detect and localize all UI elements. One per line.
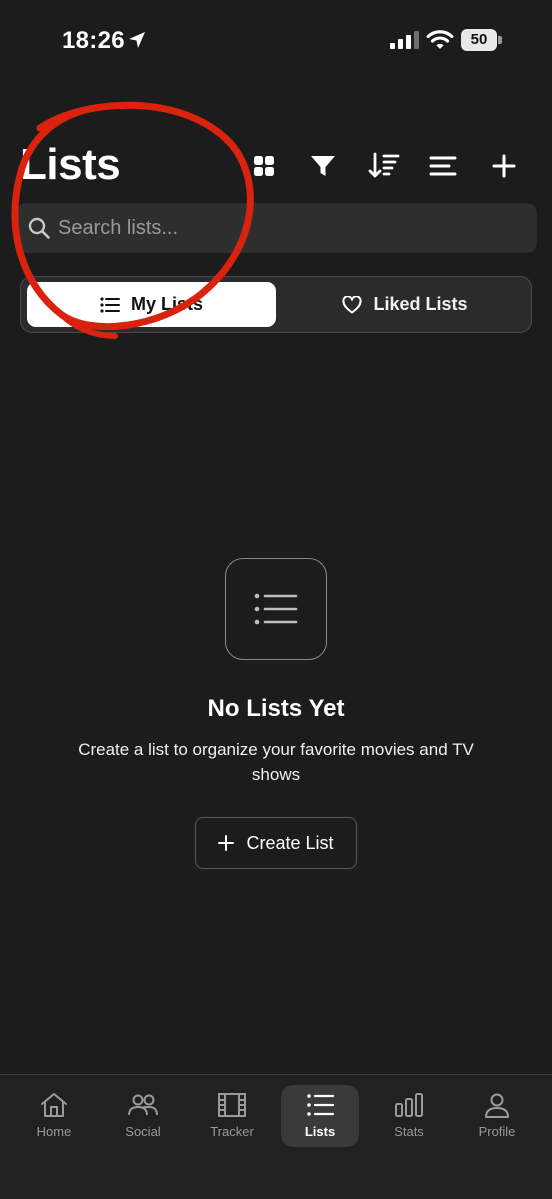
search-icon (28, 217, 50, 239)
battery-indicator: 50 (461, 29, 503, 51)
people-icon (128, 1094, 158, 1116)
tab-liked-lists-label: Liked Lists (373, 294, 468, 314)
list-icon (100, 296, 120, 313)
bar-chart-icon (395, 1093, 423, 1117)
list-view-icon (429, 156, 457, 176)
nav-home-label: Home (36, 1124, 72, 1139)
sort-button[interactable] (366, 148, 402, 184)
tab-my-lists[interactable]: My Lists (27, 282, 276, 327)
nav-profile[interactable]: Profile (458, 1085, 536, 1147)
lists-segmented-control: My Lists Liked Lists (20, 276, 532, 333)
toolbar (0, 148, 552, 184)
heart-icon (342, 295, 362, 313)
nav-profile-label: Profile (478, 1124, 516, 1139)
wifi-icon (426, 30, 454, 49)
home-icon (41, 1093, 67, 1117)
nav-tracker-label: Tracker (210, 1124, 254, 1139)
tab-liked-lists[interactable]: Liked Lists (283, 282, 527, 327)
nav-stats[interactable]: Stats (370, 1085, 448, 1147)
plus-icon (218, 835, 235, 851)
nav-lists-label: Lists (304, 1124, 336, 1139)
list-icon (307, 1094, 335, 1116)
nav-social[interactable]: Social (104, 1085, 182, 1147)
create-list-button[interactable]: Create List (195, 817, 357, 869)
plus-icon (492, 154, 516, 178)
tab-my-lists-label: My Lists (130, 294, 204, 314)
nav-stats-label: Stats (394, 1124, 424, 1139)
sort-icon (368, 152, 400, 178)
grid-view-icon (254, 156, 274, 176)
battery-level: 50 (470, 31, 488, 48)
cellular-signal-icon (390, 31, 419, 49)
empty-state-description: Create a list to organize your favorite … (78, 740, 474, 784)
film-icon (218, 1093, 246, 1117)
add-list-button[interactable] (486, 148, 522, 184)
list-view-button[interactable] (425, 148, 461, 184)
create-list-label: Create List (246, 832, 334, 853)
location-arrow-icon (129, 32, 145, 48)
empty-state-title: No Lists Yet (207, 695, 345, 722)
search-bar[interactable] (16, 203, 537, 253)
nav-tracker[interactable]: Tracker (193, 1085, 271, 1147)
list-icon (254, 593, 298, 625)
empty-state-icon-box (225, 558, 327, 660)
filter-button[interactable] (305, 148, 341, 184)
person-icon (485, 1093, 509, 1118)
status-time: 18:26 (62, 27, 125, 54)
search-input[interactable] (58, 203, 518, 253)
filter-icon (311, 156, 335, 176)
nav-lists[interactable]: Lists (281, 1085, 359, 1147)
nav-social-label: Social (125, 1124, 161, 1139)
grid-view-button[interactable] (246, 148, 282, 184)
lists-screen: 18:26 50 Lists Search lists... My Lists … (0, 0, 552, 1199)
bottom-nav: Home Social Tracker Lists Stats Profile (0, 1074, 552, 1199)
nav-home[interactable]: Home (15, 1085, 93, 1147)
status-bar: 18:26 50 (0, 0, 552, 82)
